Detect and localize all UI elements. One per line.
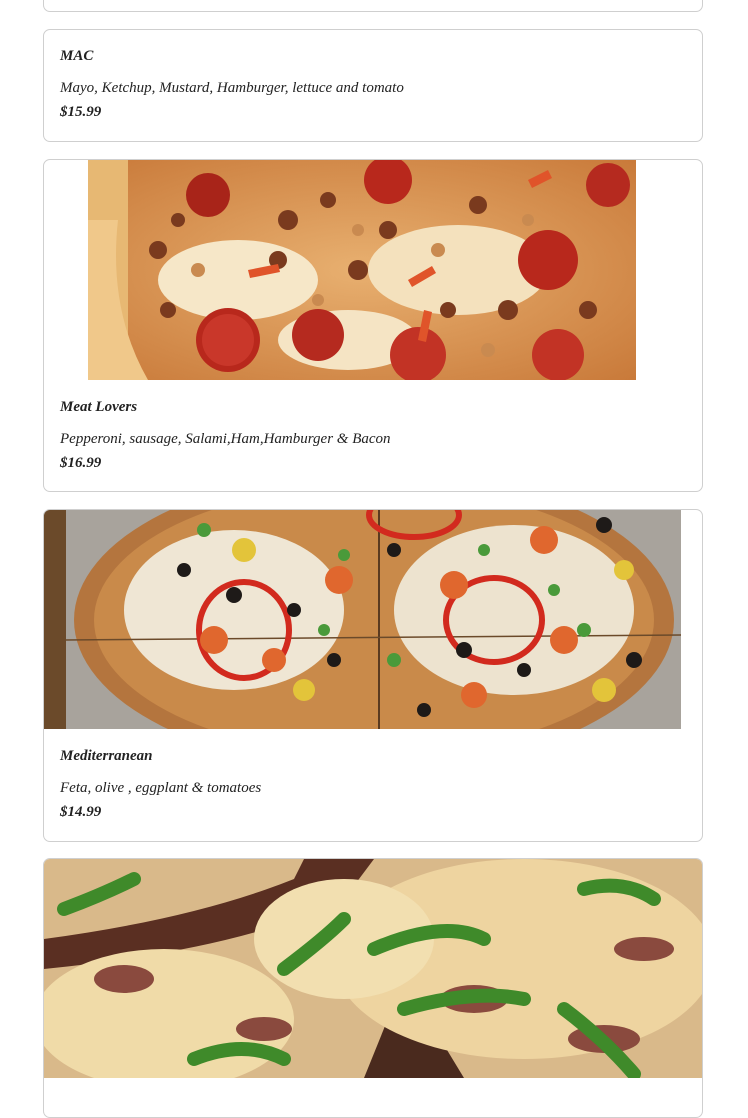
menu-item-name: Meat Lovers: [60, 399, 138, 415]
menu-item-price: $14.99: [60, 804, 102, 820]
menu-item-price: $16.99: [60, 455, 102, 471]
menu-item-description: Mayo, Ketchup, Mustard, Hamburger, lettu…: [60, 80, 404, 96]
menu-item-description: Feta, olive , eggplant & tomatoes: [60, 780, 262, 796]
mediterranean-pizza-image: [44, 510, 681, 729]
menu-item-card-meat-lovers[interactable]: Meat Lovers Pepperoni, sausage, Salami,H…: [43, 159, 703, 492]
menu-item-name: MAC: [60, 48, 94, 64]
menu-item-card-partial[interactable]: [43, 0, 703, 12]
meat-lovers-pizza-image: [88, 160, 636, 380]
menu-item-name: Mediterranean: [60, 748, 153, 764]
menu-item-description: Pepperoni, sausage, Salami,Ham,Hamburger…: [60, 431, 391, 447]
menu-item-price: $15.99: [60, 104, 102, 120]
menu-item-card-mac[interactable]: MAC Mayo, Ketchup, Mustard, Hamburger, l…: [43, 29, 703, 142]
menu-item-card-mediterranean[interactable]: Mediterranean Feta, olive , eggplant & t…: [43, 509, 703, 842]
pepper-pizza-image: [44, 859, 702, 1078]
menu-item-card-partial-bottom[interactable]: [43, 858, 703, 1118]
